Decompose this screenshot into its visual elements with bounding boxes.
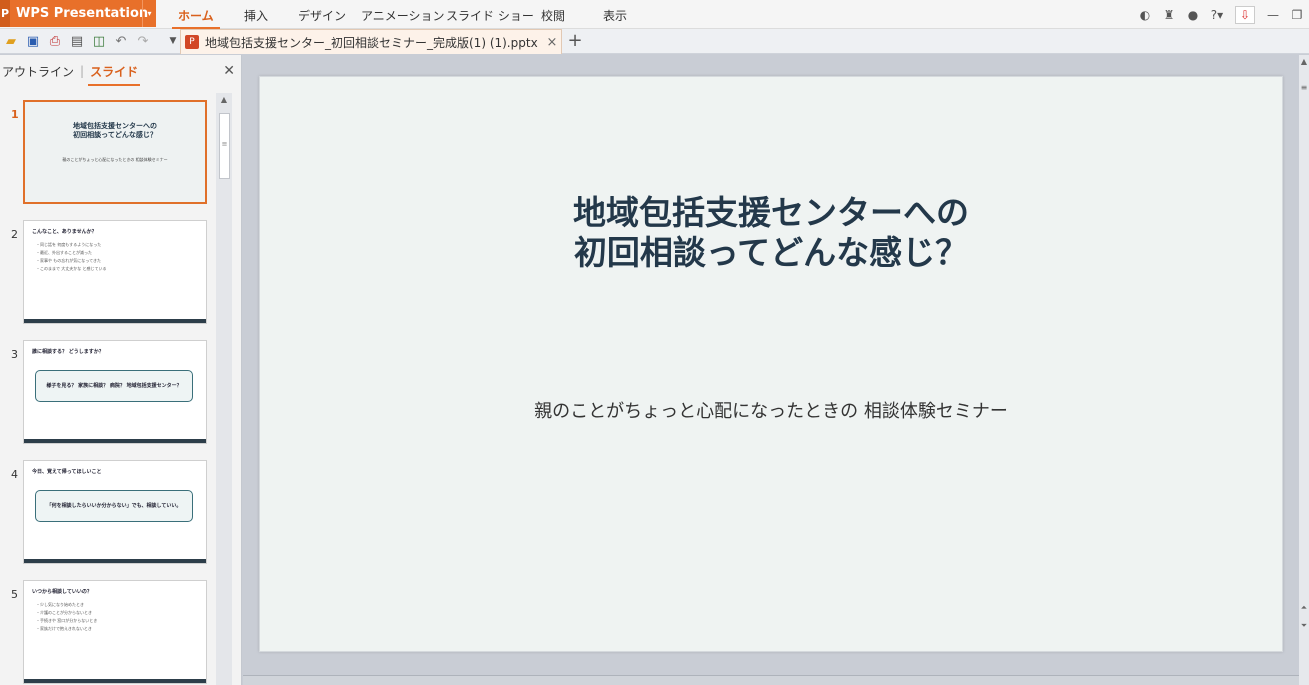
thumb-bullets: ・少し気になり始めたとき ・介護のことが分からないとき ・手続きや 窓口が分から… — [36, 601, 97, 633]
thumb-footer-bar — [24, 439, 206, 443]
thumb-callout-box: 様子を見る？ 家族に相談？ 病院？ 地域包括支援センター？ — [35, 370, 193, 402]
slide-subtitle[interactable]: 親のことがちょっと心配になったときの 相談体験セミナー — [260, 397, 1282, 423]
slide-number: 3 — [11, 348, 18, 361]
tab-animation[interactable]: アニメーション — [361, 0, 445, 29]
save-icon[interactable]: ▣ — [22, 34, 44, 49]
thumb-subtitle: 親のことがちょっと心配になったときの 相談体験セミナー — [62, 157, 168, 162]
tab-separator: | — [80, 64, 85, 78]
next-slide-icon[interactable]: ⏷ — [1299, 621, 1309, 631]
list-item: ・家族だけで抱えきれないとき — [36, 626, 92, 631]
chevron-down-icon[interactable]: ▾ — [142, 0, 156, 27]
tab-view[interactable]: 表示 — [603, 0, 627, 29]
slide-number: 5 — [11, 588, 18, 601]
restore-icon[interactable]: ❐ — [1285, 8, 1309, 22]
tab-slideshow[interactable]: スライド ショー — [446, 0, 534, 29]
slide-panel: アウトライン | スライド ✕ 1 地域包括支援センターへの 初回相談ってどんな… — [0, 55, 242, 685]
slide-thumbnail-1[interactable]: 地域包括支援センターへの 初回相談ってどんな感じ？ 親のことがちょっと心配になっ… — [23, 100, 207, 204]
slide-thumbnail-2[interactable]: こんなこと、ありませんか？ ・同じ話を 何度もするようになった ・最近、外出する… — [23, 220, 207, 324]
shirt-icon[interactable]: ♜ — [1157, 8, 1181, 22]
thumb-callout-box: 「何を相談したらいいか分からない」でも、相談していい。 — [35, 490, 193, 522]
app-name: WPS Presentation — [16, 6, 149, 21]
slide-thumbnail-3[interactable]: 誰に相談する？ どうしますか？ 様子を見る？ 家族に相談？ 病院？ 地域包括支援… — [23, 340, 207, 444]
print-icon[interactable]: ▤ — [66, 34, 88, 49]
list-item: ・介護のことが分からないとき — [36, 610, 92, 615]
thumb-footer-bar — [24, 679, 206, 683]
tab-home[interactable]: ホーム — [172, 0, 220, 29]
close-panel-icon[interactable]: ✕ — [223, 63, 235, 79]
slide-number: 4 — [11, 468, 18, 481]
list-item: ・同じ話を 何度もするようになった — [36, 242, 102, 247]
help-icon[interactable]: ?▾ — [1205, 8, 1229, 22]
thumb-heading: いつから相談していいの？ — [32, 589, 92, 595]
close-tab-icon[interactable]: × — [543, 35, 561, 50]
slide-title-line2: 初回相談ってどんな感じ？ — [573, 233, 969, 272]
panel-tabs: アウトライン | スライド — [0, 55, 242, 87]
thumb-footer-bar — [24, 559, 206, 563]
document-tab[interactable]: P 地域包括支援センター_初回相談セミナー_完成版(1) (1).pptx × — [180, 29, 562, 54]
thumb-heading: 今日、覚えて帰ってほしいこと — [32, 469, 102, 475]
slide-editor: 地域包括支援センターへの 初回相談ってどんな感じ？ 親のことがちょっと心配になっ… — [243, 55, 1299, 685]
thumb-title: 地域包括支援センターへの 初回相談ってどんな感じ？ — [25, 122, 205, 140]
thumb-bullets: ・同じ話を 何度もするようになった ・最近、外出することが減った ・家事や もの… — [36, 241, 107, 273]
export-pdf-icon[interactable]: ⎙ — [44, 34, 66, 49]
editor-scrollbar[interactable]: ▲ ≡ ⏶ ⏷ — [1299, 55, 1309, 685]
scrollbar-thumb[interactable]: ≡ — [1299, 83, 1309, 92]
user-icon[interactable]: ● — [1181, 8, 1205, 22]
thumb-title-line2: 初回相談ってどんな感じ？ — [73, 131, 157, 139]
thumbnail-list: 1 地域包括支援センターへの 初回相談ってどんな感じ？ 親のことがちょっと心配に… — [0, 87, 216, 685]
menu-bar: P WPS Presentation ▾ ホーム 挿入 デザイン アニメーション… — [0, 0, 1309, 29]
slide-number: 2 — [11, 228, 18, 241]
thumb-heading: こんなこと、ありませんか？ — [32, 229, 97, 235]
slide-title[interactable]: 地域包括支援センターへの 初回相談ってどんな感じ？ — [260, 193, 1282, 273]
list-item: ・手続きや 窓口が分からないとき — [36, 618, 98, 623]
list-item: ・少し気になり始めたとき — [36, 602, 84, 607]
tab-outline[interactable]: アウトライン — [2, 63, 74, 80]
wps-logo-icon: P — [0, 0, 10, 27]
notes-pane-divider[interactable] — [243, 675, 1299, 685]
window-controls: ◐ ♜ ● ?▾ ⇩ — ❐ — [1133, 0, 1309, 29]
print-preview-icon[interactable]: ◫ — [88, 34, 110, 49]
thumb-title-line1: 地域包括支援センターへの — [73, 122, 157, 130]
redo-icon[interactable]: ↷ — [132, 34, 154, 49]
slide-thumbnail-5[interactable]: いつから相談していいの？ ・少し気になり始めたとき ・介護のことが分からないとき… — [23, 580, 207, 684]
slide-thumbnail-4[interactable]: 今日、覚えて帰ってほしいこと 「何を相談したらいいか分からない」でも、相談してい… — [23, 460, 207, 564]
list-item: ・このままで 大丈夫かな と感じている — [36, 266, 107, 271]
app-menu-button[interactable]: P WPS Presentation ▾ — [0, 0, 156, 27]
thumb-heading: 誰に相談する？ どうしますか？ — [32, 349, 104, 355]
thumbnail-scrollbar[interactable]: ▲ ≡ — [216, 93, 232, 685]
scroll-up-icon[interactable]: ▲ — [216, 93, 232, 107]
quick-access-toolbar: ▰ ▣ ⎙ ▤ ◫ ↶ ↷ ▼ P 地域包括支援センター_初回相談セミナー_完成… — [0, 29, 1309, 54]
slide-number: 1 — [11, 108, 19, 121]
tab-review[interactable]: 校閲 — [541, 0, 565, 29]
download-icon[interactable]: ⇩ — [1235, 5, 1255, 24]
current-slide[interactable]: 地域包括支援センターへの 初回相談ってどんな感じ？ 親のことがちょっと心配になっ… — [259, 76, 1283, 652]
open-folder-icon[interactable]: ▰ — [0, 34, 22, 49]
new-tab-plus-icon[interactable]: + — [566, 29, 584, 53]
list-item: ・家事や もの忘れが気になってきた — [36, 258, 101, 263]
undo-icon[interactable]: ↶ — [110, 34, 132, 49]
thumb-footer-bar — [24, 319, 206, 323]
list-item: ・最近、外出することが減った — [36, 250, 92, 255]
slide-title-line1: 地域包括支援センターへの — [573, 193, 969, 232]
minimize-icon[interactable]: — — [1261, 8, 1285, 22]
document-filename: 地域包括支援センター_初回相談セミナー_完成版(1) (1).pptx — [205, 35, 538, 50]
previous-slide-icon[interactable]: ⏶ — [1299, 603, 1309, 613]
tab-design[interactable]: デザイン — [298, 0, 346, 29]
scroll-up-icon[interactable]: ▲ — [1299, 57, 1309, 66]
tab-slides[interactable]: スライド — [88, 63, 141, 86]
scrollbar-thumb[interactable]: ≡ — [219, 113, 230, 179]
tab-insert[interactable]: 挿入 — [244, 0, 268, 29]
skin-icon[interactable]: ◐ — [1133, 8, 1157, 22]
pptx-file-icon: P — [185, 35, 199, 49]
